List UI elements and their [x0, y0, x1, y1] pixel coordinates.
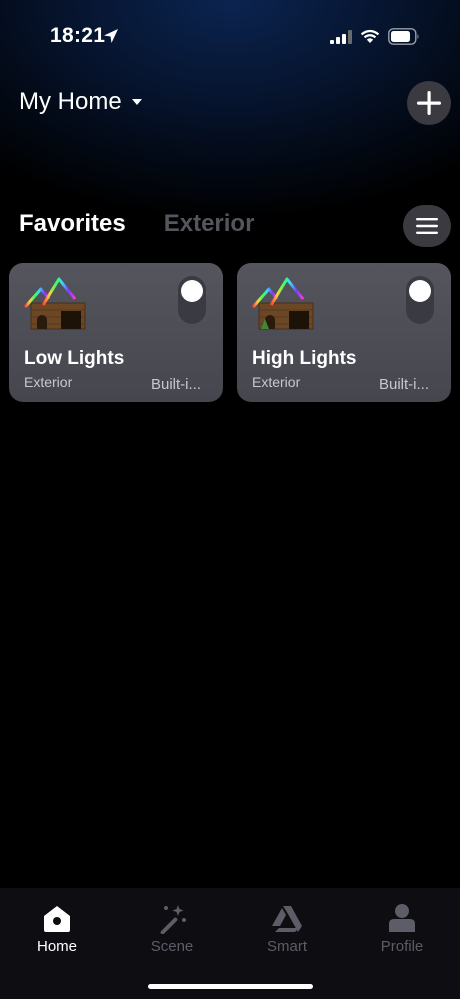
nav-profile-label: Profile: [380, 938, 424, 955]
toggle-knob: [181, 280, 203, 302]
magic-wand-icon: [160, 905, 186, 934]
status-bar: 18:21: [0, 0, 460, 70]
room-tabs: Favorites Exterior: [19, 210, 254, 238]
smart-triangle-icon: [272, 906, 302, 932]
device-type: Built-i...: [378, 376, 429, 393]
location-arrow-icon: [104, 29, 118, 43]
house-lights-icon: [251, 277, 315, 330]
add-device-button[interactable]: [407, 81, 451, 125]
hamburger-menu-icon: [416, 218, 438, 234]
device-power-toggle[interactable]: [406, 276, 434, 324]
device-name: Low Lights: [24, 348, 125, 369]
device-card[interactable]: High Lights Exterior Built-i...: [237, 263, 451, 402]
profile-icon: [389, 904, 415, 932]
status-time: 18:21: [50, 24, 106, 47]
tab-exterior[interactable]: Exterior: [164, 210, 255, 238]
home-name: My Home: [19, 88, 122, 115]
device-card[interactable]: Low Lights Exterior Built-i...: [9, 263, 223, 402]
nav-home-label: Home: [36, 938, 77, 955]
device-type: Built-i...: [150, 376, 201, 393]
battery-icon: [388, 28, 419, 45]
nav-scene[interactable]: Scene: [127, 902, 217, 955]
plus-icon: [417, 91, 441, 115]
tab-favorites[interactable]: Favorites: [19, 210, 126, 238]
caret-down-icon: [131, 99, 142, 105]
home-indicator[interactable]: [148, 984, 313, 989]
home-icon: [44, 906, 70, 932]
app-screen: 18:21 My Home Favorites Exterior Low Lig…: [0, 0, 460, 999]
nav-smart[interactable]: Smart: [242, 902, 332, 955]
bottom-tab-bar: Home Scene Smart Profile: [0, 888, 460, 999]
menu-button[interactable]: [403, 205, 451, 247]
nav-home[interactable]: Home: [12, 902, 102, 955]
toggle-knob: [409, 280, 431, 302]
nav-profile[interactable]: Profile: [357, 902, 447, 955]
wifi-icon: [360, 29, 380, 43]
nav-scene-label: Scene: [150, 938, 194, 955]
nav-smart-label: Smart: [266, 938, 307, 955]
device-power-toggle[interactable]: [178, 276, 206, 324]
home-selector[interactable]: My Home: [19, 88, 142, 116]
device-name: High Lights: [252, 348, 357, 369]
device-room: Exterior: [24, 374, 73, 390]
house-lights-icon: [23, 277, 87, 330]
cellular-signal-icon: [330, 30, 352, 44]
device-room: Exterior: [252, 374, 301, 390]
